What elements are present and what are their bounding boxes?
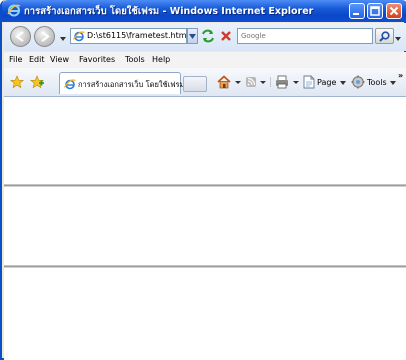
forward-arrow-icon bbox=[41, 31, 50, 42]
title-bar[interactable]: การสร้างเอกสารเว็บ โดยใช้เฟรม - Windows … bbox=[2, 0, 406, 22]
favorites-star-icon bbox=[10, 75, 24, 89]
window-title: การสร้างเอกสารเว็บ โดยใช้เฟรม - Windows … bbox=[24, 6, 314, 17]
menu-tools[interactable]: Tools bbox=[125, 55, 145, 64]
frame-middle[interactable] bbox=[4, 187, 406, 265]
print-button[interactable] bbox=[274, 74, 300, 90]
add-favorites-button[interactable] bbox=[30, 75, 44, 91]
favorites-center-button[interactable] bbox=[10, 75, 24, 91]
menu-help[interactable]: Help bbox=[152, 55, 170, 64]
menu-bar: File Edit View Favorites Tools Help bbox=[4, 52, 406, 68]
print-icon bbox=[276, 75, 299, 89]
feeds-button[interactable] bbox=[244, 74, 268, 90]
close-icon bbox=[389, 6, 399, 16]
page-content bbox=[4, 97, 406, 360]
chevron-down-icon bbox=[390, 81, 396, 85]
address-toolbar: D:\st6115\frametest.html bbox=[4, 23, 406, 51]
search-options-dropdown[interactable] bbox=[395, 34, 401, 43]
chevron-down-icon bbox=[395, 37, 401, 41]
menu-favorites[interactable]: Favorites bbox=[79, 55, 115, 64]
page-menu-label: Page bbox=[317, 78, 337, 87]
home-button[interactable] bbox=[216, 74, 242, 90]
recent-pages-dropdown[interactable] bbox=[60, 34, 66, 43]
maximize-icon bbox=[370, 6, 380, 16]
address-dropdown[interactable] bbox=[187, 28, 198, 44]
address-url: D:\st6115\frametest.html bbox=[87, 31, 189, 40]
ie-page-icon bbox=[72, 30, 85, 44]
feeds-icon bbox=[246, 77, 266, 87]
menu-edit[interactable]: Edit bbox=[29, 55, 45, 64]
forward-button[interactable] bbox=[34, 26, 55, 47]
frame-top[interactable] bbox=[4, 97, 406, 184]
tools-menu-button[interactable]: Tools bbox=[351, 74, 397, 90]
refresh-icon bbox=[202, 29, 214, 43]
browser-window: การสร้างเอกสารเว็บ โดยใช้เฟรม - Windows … bbox=[0, 0, 406, 360]
menu-file[interactable]: File bbox=[9, 55, 22, 64]
menu-view[interactable]: View bbox=[50, 55, 69, 64]
gear-icon bbox=[351, 75, 365, 89]
ie-logo-icon bbox=[7, 3, 21, 17]
magnifier-icon bbox=[379, 31, 390, 42]
tools-menu-label: Tools bbox=[367, 78, 387, 87]
frame-bottom[interactable] bbox=[4, 268, 406, 360]
address-field[interactable]: D:\st6115\frametest.html bbox=[70, 28, 189, 44]
add-favorites-icon bbox=[30, 75, 44, 89]
stop-icon bbox=[221, 31, 231, 41]
chevron-down-icon bbox=[189, 34, 196, 39]
search-field[interactable] bbox=[237, 28, 373, 44]
maximize-button[interactable] bbox=[367, 3, 383, 19]
stop-button[interactable] bbox=[218, 28, 234, 44]
tab-title: การสร้างเอกสารเว็บ โดยใช้เฟรม bbox=[78, 80, 185, 89]
chevron-down-icon bbox=[340, 81, 346, 85]
ie-page-icon bbox=[63, 78, 76, 92]
tab-bar: การสร้างเอกสารเว็บ โดยใช้เฟรม Page Tools… bbox=[4, 68, 406, 97]
minimize-button[interactable] bbox=[349, 3, 365, 19]
chevron-down-icon bbox=[60, 37, 66, 41]
search-button[interactable] bbox=[375, 28, 394, 44]
back-arrow-icon bbox=[15, 31, 24, 42]
page-menu-button[interactable]: Page bbox=[302, 74, 348, 90]
refresh-button[interactable] bbox=[200, 28, 216, 44]
toolbar-overflow-chevron[interactable]: » bbox=[398, 71, 403, 80]
search-input[interactable] bbox=[238, 29, 371, 43]
minimize-icon bbox=[353, 13, 359, 15]
page-icon bbox=[303, 75, 315, 89]
back-button[interactable] bbox=[10, 26, 31, 47]
home-icon bbox=[217, 75, 241, 89]
close-button[interactable] bbox=[386, 3, 402, 19]
new-tab-button[interactable] bbox=[183, 76, 207, 92]
tab-active[interactable]: การสร้างเอกสารเว็บ โดยใช้เฟรม bbox=[59, 72, 185, 94]
toolbar-separator bbox=[270, 77, 271, 87]
